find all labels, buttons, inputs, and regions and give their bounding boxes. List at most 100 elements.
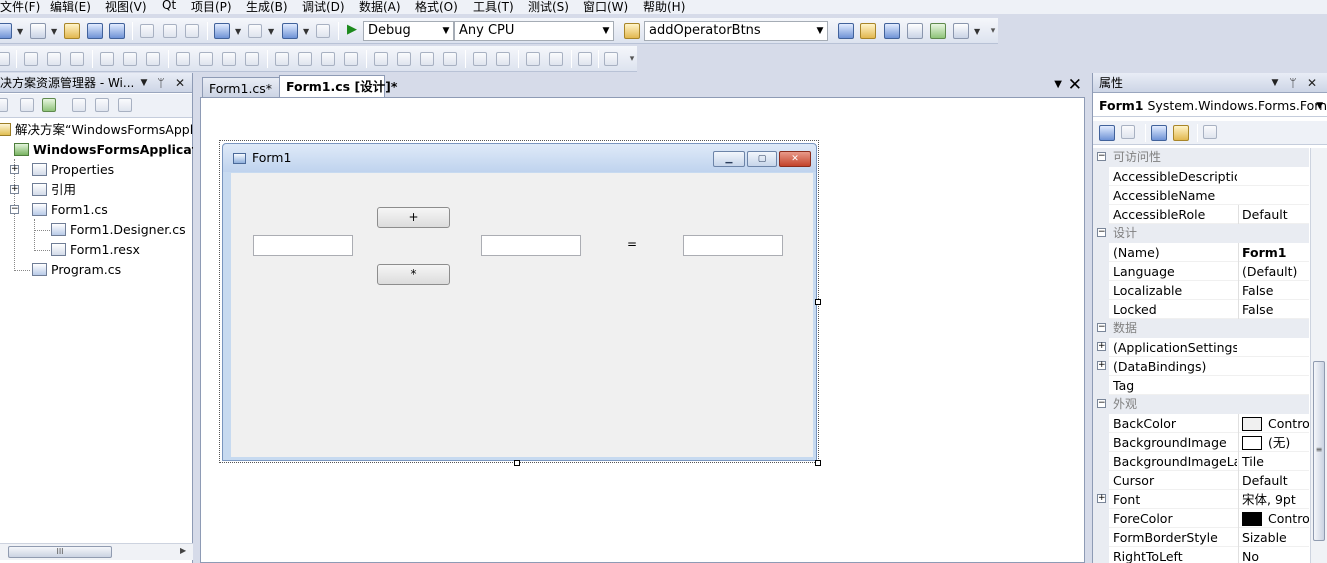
align-rights-icon[interactable] xyxy=(70,52,84,66)
form-selection-frame[interactable]: Form1 ▁ ▢ ✕ + = * xyxy=(219,140,819,463)
category-design[interactable]: − 设计 xyxy=(1093,224,1309,243)
dropdown-arrow-icon[interactable]: ▼ xyxy=(51,27,57,36)
expand-icon[interactable]: + xyxy=(1097,494,1106,503)
horizontal-spacing-increase-icon[interactable] xyxy=(298,52,312,66)
property-row[interactable]: RightToLeft No xyxy=(1093,547,1309,563)
dropdown-arrow-icon[interactable]: ▼ xyxy=(974,27,980,36)
tab-order-icon[interactable] xyxy=(604,52,618,66)
menu-project[interactable]: 项目(P) xyxy=(191,0,232,14)
toolbar-overflow-icon[interactable]: ▾ xyxy=(627,46,637,72)
plus-button[interactable]: + xyxy=(377,207,450,228)
categorized-icon[interactable] xyxy=(1099,125,1115,141)
new-project-icon[interactable] xyxy=(0,23,12,39)
save-all-icon[interactable] xyxy=(109,23,125,39)
horizontal-spacing-remove-icon[interactable] xyxy=(344,52,358,66)
dropdown-arrow-icon[interactable]: ▼ xyxy=(235,27,241,36)
dropdown-arrow-icon[interactable]: ▼ xyxy=(303,27,309,36)
menu-help[interactable]: 帮助(H) xyxy=(643,0,685,14)
tree-item-properties[interactable]: Properties xyxy=(32,160,193,180)
find-in-files-icon[interactable] xyxy=(624,23,640,39)
form-client-area[interactable]: + = * xyxy=(231,173,813,457)
menu-data[interactable]: 数据(A) xyxy=(359,0,401,14)
align-bottoms-icon[interactable] xyxy=(146,52,160,66)
collapse-icon[interactable]: − xyxy=(1097,399,1106,408)
close-form-icon[interactable]: ✕ xyxy=(779,151,811,167)
command-window-icon[interactable] xyxy=(953,23,969,39)
vertical-spacing-increase-icon[interactable] xyxy=(397,52,411,66)
menu-view[interactable]: 视图(V) xyxy=(105,0,147,14)
start-debugging-icon[interactable]: ▶ xyxy=(347,22,357,37)
scrollbar-thumb[interactable]: III xyxy=(8,546,112,558)
resize-handle-right[interactable] xyxy=(815,299,821,305)
window-position-icon[interactable]: ▼ xyxy=(137,73,151,92)
solution-explorer-icon[interactable] xyxy=(838,23,854,39)
solution-platform-select[interactable]: Any CPU ▼ xyxy=(454,21,614,41)
tree-item-form1-resx[interactable]: Form1.resx xyxy=(51,240,193,260)
first-operand-textbox[interactable] xyxy=(253,235,353,256)
resize-handle-bottom[interactable] xyxy=(514,460,520,466)
property-value[interactable]: Default xyxy=(1238,205,1309,224)
menu-test[interactable]: 测试(S) xyxy=(528,0,569,14)
category-data[interactable]: − 数据 xyxy=(1093,319,1309,338)
property-row[interactable]: BackColor Contro xyxy=(1093,414,1309,433)
view-code-icon[interactable] xyxy=(72,98,86,112)
align-to-grid-icon[interactable] xyxy=(0,52,10,66)
expand-icon[interactable]: + xyxy=(10,185,19,194)
property-value[interactable]: (无) xyxy=(1238,433,1309,452)
scrollbar-thumb[interactable]: ≡ xyxy=(1313,361,1325,541)
save-icon[interactable] xyxy=(87,23,103,39)
collapse-icon[interactable]: − xyxy=(1097,152,1106,161)
property-value[interactable]: Form1 xyxy=(1238,243,1309,262)
undo-icon[interactable] xyxy=(214,23,230,39)
bring-to-front-icon[interactable] xyxy=(526,52,540,66)
property-value[interactable]: No xyxy=(1238,547,1309,563)
tree-item-form1-designer[interactable]: Form1.Designer.cs xyxy=(51,220,193,240)
copy-icon[interactable] xyxy=(163,24,177,38)
result-textbox[interactable] xyxy=(683,235,783,256)
property-row[interactable]: (Name) Form1 xyxy=(1093,243,1309,262)
second-operand-textbox[interactable] xyxy=(481,235,581,256)
tree-item-references[interactable]: 引用 xyxy=(32,180,193,200)
close-icon[interactable]: ✕ xyxy=(1305,73,1319,92)
property-row[interactable]: ForeColor Contro xyxy=(1093,509,1309,528)
menu-debug[interactable]: 调试(D) xyxy=(302,0,345,14)
form-window[interactable]: Form1 ▁ ▢ ✕ + = * xyxy=(222,143,817,461)
property-value[interactable]: False xyxy=(1238,300,1309,319)
open-folder-icon[interactable] xyxy=(64,23,80,39)
expand-icon[interactable]: + xyxy=(1097,342,1106,351)
property-row[interactable]: BackgroundImageLa Tile xyxy=(1093,452,1309,471)
menu-edit[interactable]: 编辑(E) xyxy=(50,0,91,14)
align-centers-icon[interactable] xyxy=(47,52,61,66)
size-to-grid-icon[interactable] xyxy=(199,52,213,66)
vertical-spacing-decrease-icon[interactable] xyxy=(420,52,434,66)
redo-icon[interactable] xyxy=(248,24,262,38)
class-diagram-icon[interactable] xyxy=(118,98,132,112)
auto-hide-pin-icon[interactable]: ᛘ xyxy=(1286,73,1300,92)
tree-item-form1-cs[interactable]: Form1.cs xyxy=(32,200,193,220)
alphabetical-icon[interactable] xyxy=(1121,125,1135,139)
collapse-icon[interactable]: − xyxy=(10,205,19,214)
tab-form1-designer[interactable]: Form1.cs [设计]* xyxy=(279,75,397,97)
property-row[interactable]: AccessibleName xyxy=(1093,186,1309,205)
cut-icon[interactable] xyxy=(140,24,154,38)
vertical-spacing-equal-icon[interactable] xyxy=(374,52,388,66)
events-lightning-icon[interactable] xyxy=(1173,125,1189,141)
dropdown-arrow-icon[interactable]: ▼ xyxy=(17,27,23,36)
center-horizontally-icon[interactable] xyxy=(473,52,487,66)
property-value[interactable]: False xyxy=(1238,281,1309,300)
lock-controls-icon[interactable] xyxy=(578,52,592,66)
scroll-right-arrow-icon[interactable]: ▶ xyxy=(180,546,186,555)
property-row[interactable]: + (DataBindings) xyxy=(1093,357,1309,376)
active-files-dropdown-icon[interactable]: ▼ xyxy=(1054,79,1062,90)
collapse-icon[interactable]: − xyxy=(1097,228,1106,237)
object-selector[interactable]: Form1 System.Windows.Forms.Forn ▼ xyxy=(1093,95,1327,117)
property-row[interactable]: Localizable False xyxy=(1093,281,1309,300)
collapse-icon[interactable]: − xyxy=(1097,323,1106,332)
property-value[interactable]: 宋体, 9pt xyxy=(1238,490,1309,509)
category-appearance[interactable]: − 外观 xyxy=(1093,395,1309,414)
align-tops-icon[interactable] xyxy=(100,52,114,66)
align-middles-icon[interactable] xyxy=(123,52,137,66)
maximize-icon[interactable]: ▢ xyxy=(747,151,777,167)
resize-handle-bottom-right[interactable] xyxy=(815,460,821,466)
make-same-height-icon[interactable] xyxy=(222,52,236,66)
